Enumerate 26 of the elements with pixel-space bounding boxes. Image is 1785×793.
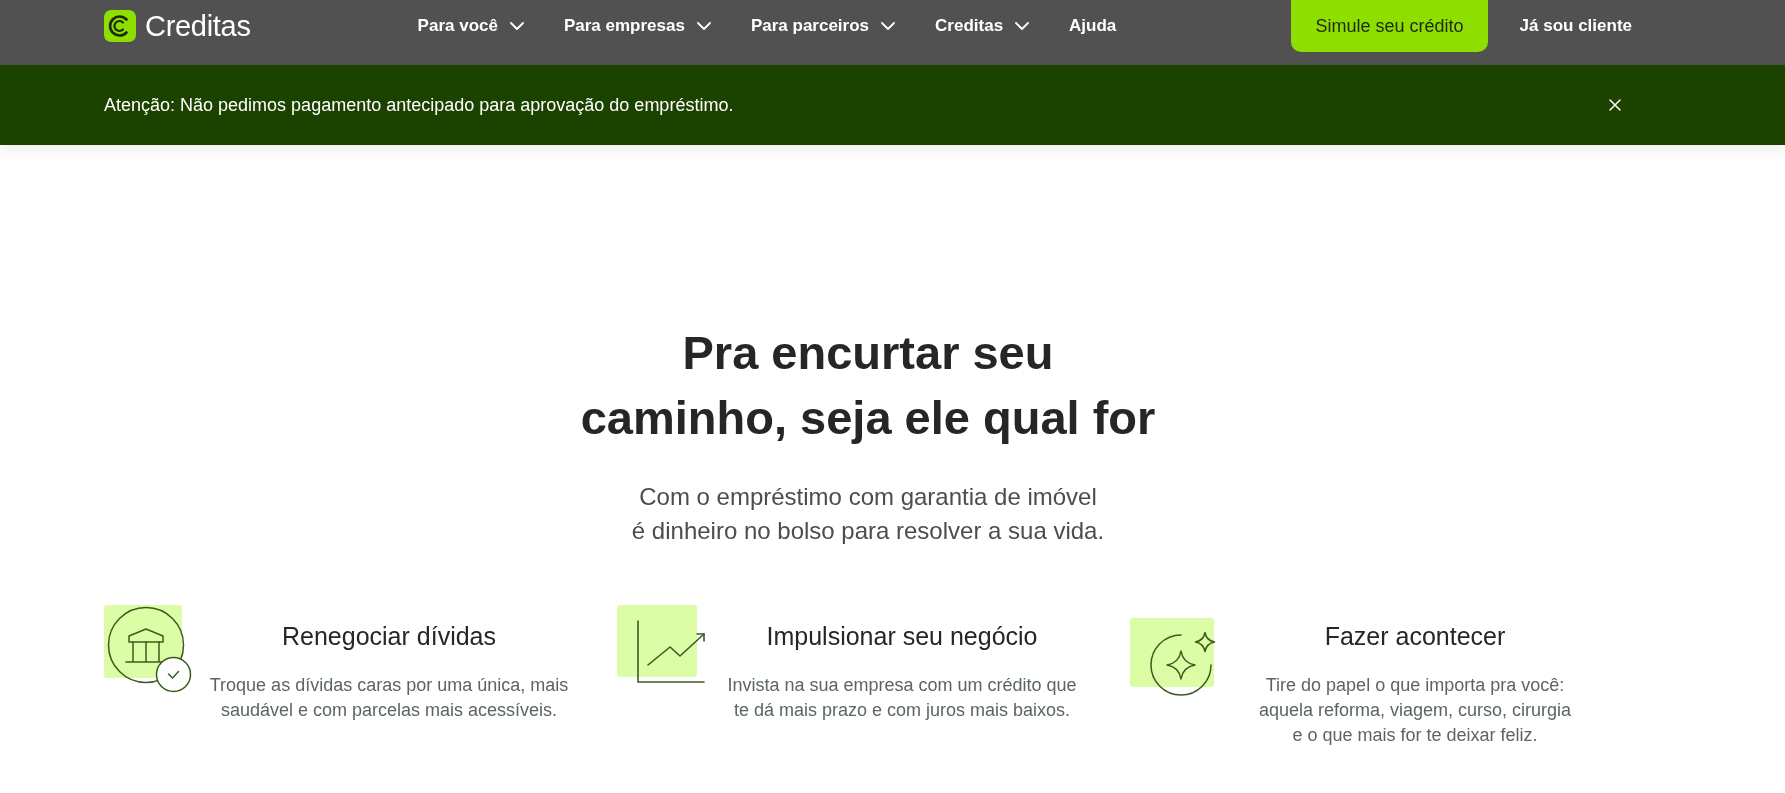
nav-menu-link[interactable]: Creditas (935, 15, 1030, 37)
feature-description: Troque as dívidas caras por uma única, mais saudável e com parcelas mais acessíveis. (208, 674, 570, 722)
feature-title: Fazer acontecer (1324, 621, 1506, 651)
brand-name[interactable]: Creditas (145, 10, 251, 42)
hero-subtitle: Com o empréstimo com garantia de imóvel é dinheiro no bolso para resolver a sua vida. (630, 482, 1106, 546)
close-icon (1609, 99, 1621, 111)
feature-title: Impulsionar seu negócio (766, 621, 1038, 651)
feature-description: Invista na sua empresa com um crédito que te dá mais prazo e com juros mais baixos. (726, 674, 1078, 722)
nav-menu-link[interactable]: Para empresas (563, 15, 711, 37)
logo-icon[interactable] (104, 10, 136, 42)
feature-description: Tire do papel o que importa pra você: aquela reforma, viagem, curso, cirurgia e o que mais for te deixar feliz. (1257, 674, 1573, 747)
sparkle-icon (1130, 618, 1216, 696)
chevron-icon (1015, 22, 1030, 30)
nav-link[interactable]: Ajuda (1069, 15, 1117, 37)
chevron-icon (881, 22, 896, 30)
simulate-credit-button[interactable]: Simule seu crédito (1291, 0, 1488, 52)
nav-menu-link[interactable]: Para parceiros (750, 15, 896, 37)
hero-heading: Pra encurtar seu caminho, seja ele qual for (579, 325, 1157, 446)
nav-menu-link[interactable]: Para você (417, 15, 524, 37)
chevron-icon (509, 22, 524, 30)
chevron-icon (696, 22, 711, 30)
client-login-link[interactable]: Já sou cliente (1519, 16, 1632, 36)
feature-title: Renegociar dívidas (282, 621, 496, 651)
bank-icon (104, 605, 192, 693)
chart-icon (617, 605, 705, 683)
notice-text: Atenção: Não pedimos pagamento antecipado para aprovação do empréstimo. (104, 94, 734, 117)
